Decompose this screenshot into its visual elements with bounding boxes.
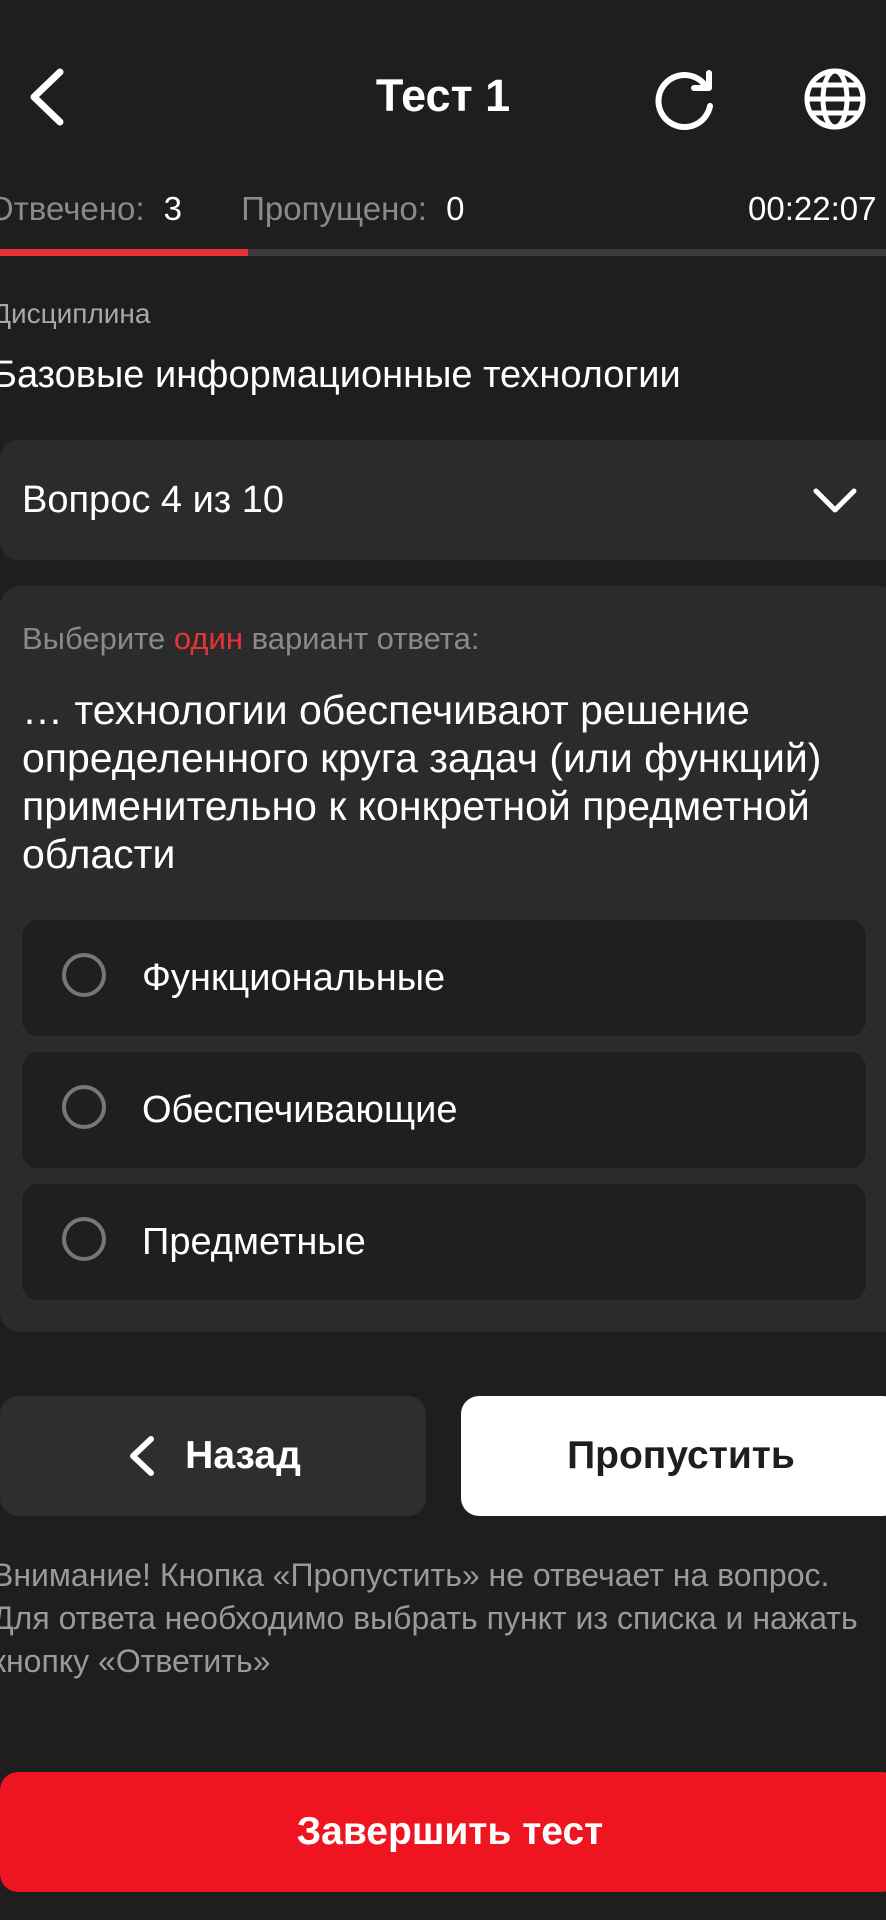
answered-label: Отвечено: <box>0 190 145 227</box>
instruction-prefix: Выберите <box>22 621 174 656</box>
finish-button-label: Завершить тест <box>296 1810 604 1853</box>
answer-stats: Отвечено: 3 Пропущено: 0 <box>0 184 464 234</box>
skip-button-label: Пропустить <box>567 1434 795 1477</box>
back-button[interactable]: Назад <box>0 1396 426 1516</box>
chevron-down-icon <box>810 476 860 526</box>
skipped-label: Пропущено: <box>241 190 427 227</box>
progress-bar <box>0 249 886 256</box>
option-label: Предметные <box>142 1221 366 1263</box>
answer-option[interactable]: Функциональные <box>22 920 866 1036</box>
timer: 00:22:07 <box>748 190 877 227</box>
reload-icon[interactable] <box>652 66 720 134</box>
skipped-count: 0 <box>446 190 465 227</box>
back-button-content: Назад <box>0 1396 426 1516</box>
instruction-accent: один <box>173 621 243 656</box>
answer-instruction: Выберите один вариант ответа: <box>22 616 479 662</box>
globe-icon[interactable] <box>800 64 870 134</box>
finish-test-button[interactable]: Завершить тест <box>0 1772 886 1892</box>
question-number: Вопрос 4 из 10 <box>22 479 285 521</box>
option-label: Обеспечивающие <box>142 1089 458 1131</box>
option-label: Функциональные <box>142 957 446 999</box>
question-card: Выберите один вариант ответа: … технолог… <box>0 586 886 1332</box>
header: Тест 1 <box>0 0 886 200</box>
discipline-name: Базовые информационные технологии <box>0 354 681 396</box>
question-text: … технологии обеспечивают решение опреде… <box>22 687 822 877</box>
skip-warning: Внимание! Кнопка «Пропустить» не отвечае… <box>0 1557 858 1679</box>
skip-button[interactable]: Пропустить <box>461 1396 886 1516</box>
instruction-suffix: вариант ответа: <box>242 621 480 656</box>
radio-icon[interactable] <box>62 953 106 997</box>
progress-fill <box>0 249 249 256</box>
radio-icon[interactable] <box>62 1217 106 1261</box>
answer-option[interactable]: Обеспечивающие <box>22 1052 866 1168</box>
answer-option[interactable]: Предметные <box>22 1184 866 1300</box>
discipline-label: Дисциплина <box>0 298 151 329</box>
chevron-left-icon <box>125 1431 159 1481</box>
back-button-label: Назад <box>185 1434 301 1477</box>
page-title: Тест 1 <box>375 70 511 121</box>
radio-icon[interactable] <box>62 1085 106 1129</box>
question-selector[interactable]: Вопрос 4 из 10 <box>0 440 886 560</box>
answered-count: 3 <box>163 190 183 227</box>
